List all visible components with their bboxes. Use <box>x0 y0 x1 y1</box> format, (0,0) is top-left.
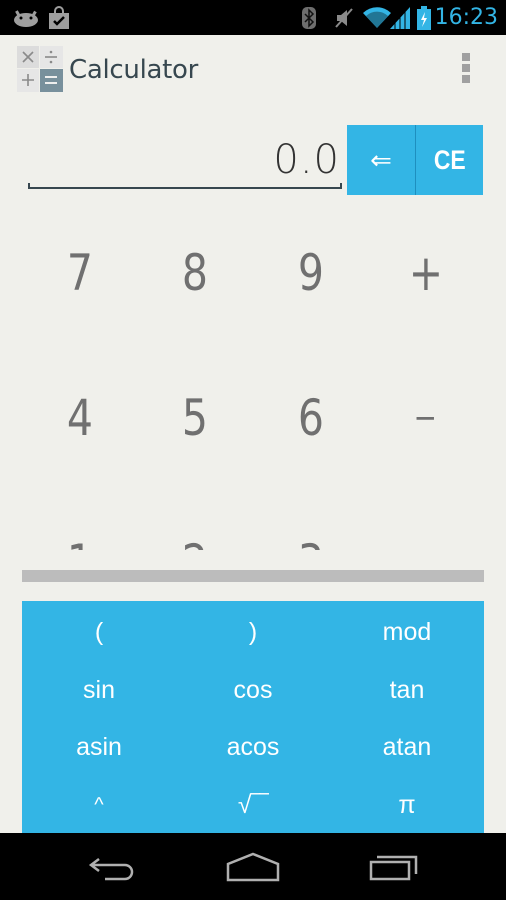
display-value: 0.0 <box>273 137 340 183</box>
clear-entry-button[interactable]: CE <box>416 125 483 195</box>
panel-drag-handle[interactable] <box>22 570 484 582</box>
signal-icon <box>390 0 410 35</box>
key-acos[interactable]: acos <box>176 718 330 776</box>
backspace-icon: ⇐ <box>370 144 392 175</box>
play-store-update-icon <box>48 0 70 35</box>
key-cos[interactable]: cos <box>176 661 330 719</box>
overflow-menu-button[interactable] <box>462 53 472 85</box>
key-close-paren[interactable]: ) <box>176 603 330 661</box>
key-plus[interactable]: + <box>368 200 483 345</box>
home-icon <box>226 852 280 881</box>
key-4[interactable]: 4 <box>22 345 137 490</box>
key-3[interactable]: 3 <box>253 490 368 551</box>
key-pi[interactable]: π <box>330 776 484 833</box>
clear-entry-label: CE <box>433 144 466 175</box>
key-power[interactable]: ^ <box>22 776 176 833</box>
key-open-paren[interactable]: ( <box>22 603 176 661</box>
key-atan[interactable]: atan <box>330 718 484 776</box>
battery-charging-icon <box>417 0 431 35</box>
key-6[interactable]: 6 <box>253 345 368 490</box>
overflow-dot-icon <box>462 64 470 72</box>
key-tan[interactable]: tan <box>330 661 484 719</box>
key-sin[interactable]: sin <box>22 661 176 719</box>
app-title: Calculator <box>69 55 199 85</box>
key-5[interactable]: 5 <box>137 345 252 490</box>
action-bar: Calculator <box>0 35 506 105</box>
key-mod[interactable]: mod <box>330 603 484 661</box>
display-underline <box>28 183 342 189</box>
status-bar: 16:23 <box>0 0 506 35</box>
key-minus[interactable]: − <box>368 345 483 490</box>
bluetooth-icon <box>302 0 316 35</box>
overflow-dot-icon <box>462 53 470 61</box>
wifi-icon <box>363 0 391 35</box>
advanced-functions-panel: ( ) mod sin cos tan asin acos atan ^ √‾‾… <box>22 601 484 833</box>
key-9[interactable]: 9 <box>253 200 368 345</box>
key-2[interactable]: 2 <box>137 490 252 551</box>
number-keypad: 7 8 9 + 4 5 6 − 1 2 3 <box>22 200 484 551</box>
key-sqrt[interactable]: √‾‾ <box>176 776 330 833</box>
back-icon <box>88 857 134 880</box>
overflow-dot-icon <box>462 75 470 83</box>
android-debug-icon <box>12 0 40 35</box>
key-1[interactable]: 1 <box>22 490 137 551</box>
key-asin[interactable]: asin <box>22 718 176 776</box>
backspace-button[interactable]: ⇐ <box>347 125 416 195</box>
nav-recents-button[interactable] <box>334 833 454 900</box>
key-8[interactable]: 8 <box>137 200 252 345</box>
mute-icon <box>334 0 354 35</box>
nav-back-button[interactable] <box>52 833 172 900</box>
nav-home-button[interactable] <box>193 833 313 900</box>
navigation-bar <box>0 833 506 900</box>
key-7[interactable]: 7 <box>22 200 137 345</box>
recents-icon <box>369 855 418 880</box>
display-field[interactable]: 0.0 <box>26 125 344 193</box>
calculator-app-icon <box>17 46 63 92</box>
status-clock: 16:23 <box>434 5 498 30</box>
